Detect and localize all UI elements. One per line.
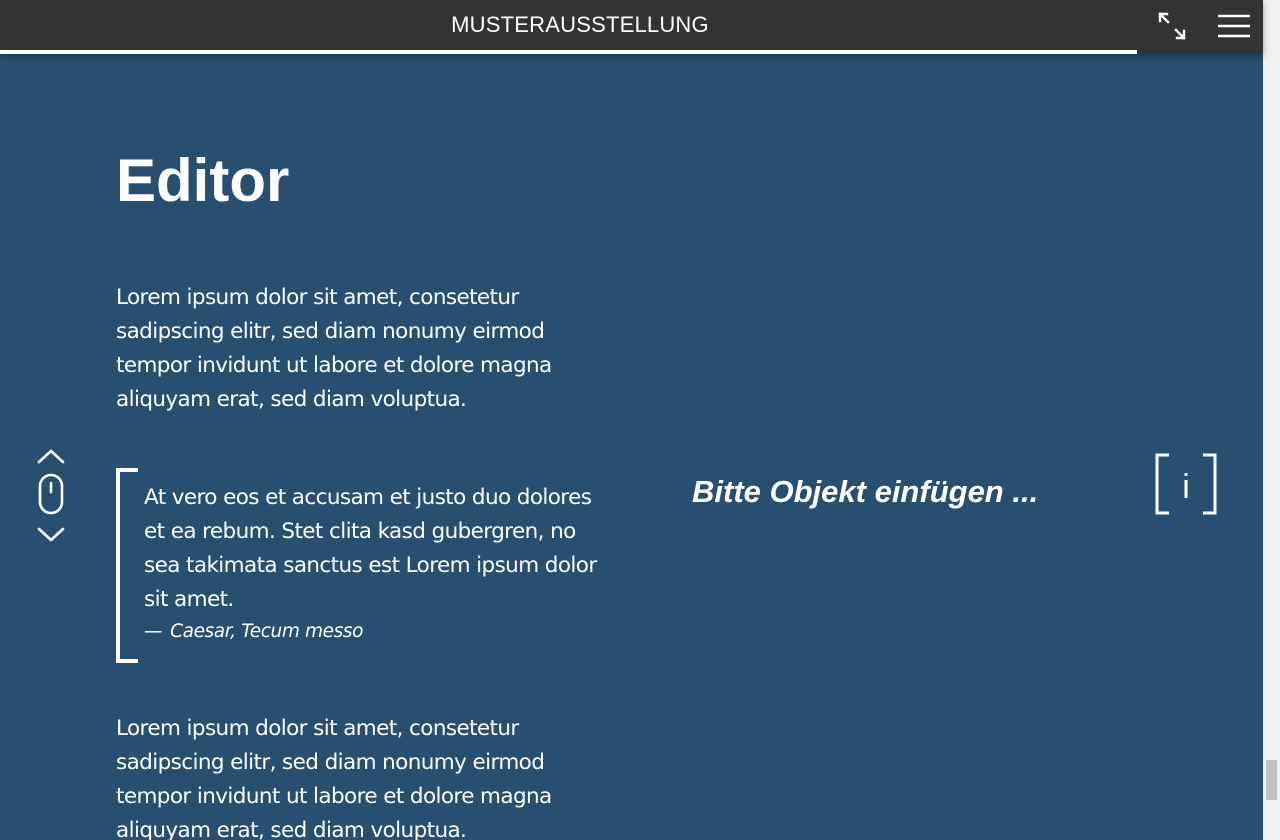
top-bar: MUSTERAUSSTELLUNG (0, 0, 1263, 54)
info-button[interactable]: i (1155, 453, 1217, 515)
mouse-scroll-icon (37, 449, 65, 542)
quote-attribution: — Caesar, Tecum messo (144, 617, 363, 647)
scroll-indicator[interactable] (36, 446, 66, 546)
quote-dash: — (144, 621, 163, 642)
page-scrollbar[interactable] (1263, 0, 1280, 840)
body-paragraph-1: Lorem ipsum dolor sit amet, consetetur s… (116, 285, 552, 412)
app-title: MUSTERAUSSTELLUNG (451, 12, 709, 37)
reading-progress-bar (0, 50, 1137, 54)
menu-button[interactable] (1216, 8, 1252, 44)
quote-author: Caesar, Tecum messo (170, 621, 363, 642)
quote-bracket (116, 468, 138, 663)
quote-text: At vero eos et accusam et justo duo dolo… (144, 485, 597, 612)
page-title: Editor (116, 147, 290, 214)
body-paragraph-2: Lorem ipsum dolor sit amet, consetetur s… (116, 716, 552, 840)
fullscreen-button[interactable] (1154, 8, 1190, 44)
object-placeholder: Bitte Objekt einfügen ... (692, 474, 1039, 509)
info-letter: i (1182, 468, 1190, 506)
info-icon: i (1155, 453, 1217, 515)
fullscreen-icon (1158, 12, 1186, 40)
scrollbar-thumb[interactable] (1266, 760, 1277, 800)
blockquote: At vero eos et accusam et justo duo dolo… (116, 468, 597, 663)
hamburger-menu-icon (1218, 14, 1250, 38)
